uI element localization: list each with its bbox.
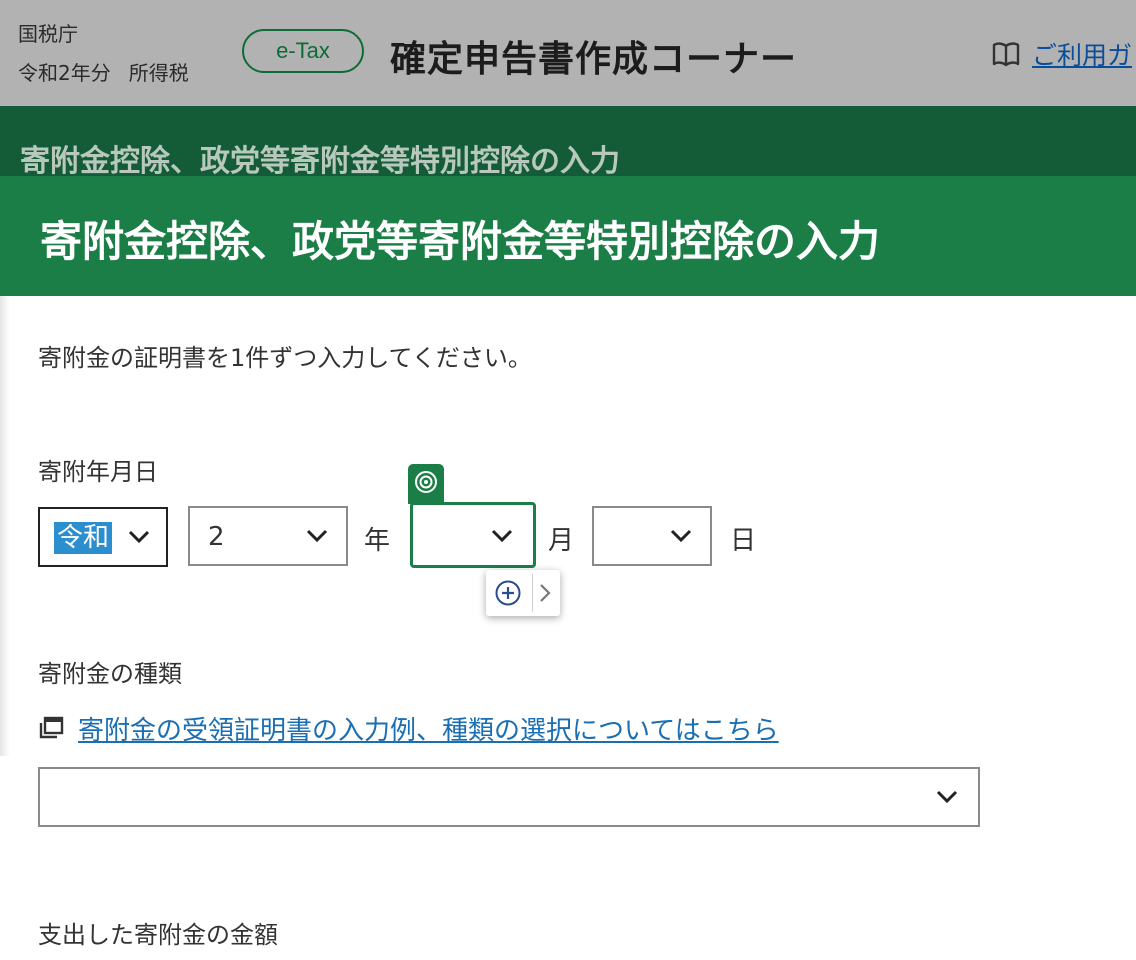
tax-year: 令和2年分	[18, 61, 111, 85]
year-select[interactable]: 2	[188, 506, 348, 566]
donation-date-label: 寄附年月日	[38, 458, 158, 486]
site-header: 国税庁 令和2年分 所得税 e-Tax 確定申告書作成コーナー ご利用ガ	[0, 0, 1136, 106]
chevron-down-icon	[936, 790, 958, 804]
book-icon	[992, 42, 1020, 67]
add-circle-icon[interactable]	[494, 579, 522, 607]
chevron-down-icon	[306, 529, 328, 543]
guide-link-group[interactable]: ご利用ガ	[992, 36, 1132, 72]
day-select[interactable]	[592, 506, 712, 566]
era-value: 令和	[54, 522, 113, 554]
month-select[interactable]	[410, 502, 536, 568]
left-edge-shadow	[0, 296, 10, 756]
new-window-icon	[39, 716, 64, 739]
corner-title: 確定申告書作成コーナー	[390, 39, 798, 80]
chevron-down-icon	[128, 530, 150, 544]
year-value: 2	[208, 522, 225, 552]
chevron-down-icon	[491, 529, 513, 543]
focus-marker	[408, 464, 444, 504]
year-tax-info: 令和2年分 所得税	[18, 57, 189, 86]
year-unit: 年	[364, 526, 391, 556]
chevron-down-icon	[670, 529, 692, 543]
floating-toolbar	[486, 570, 560, 616]
etax-badge: e-Tax	[242, 29, 364, 73]
donation-type-label: 寄附金の種類	[38, 660, 182, 688]
donation-type-help-link[interactable]: 寄附金の受領証明書の入力例、種類の選択についてはこちら	[78, 710, 779, 747]
era-select[interactable]: 令和	[38, 507, 168, 567]
donation-type-select[interactable]	[38, 767, 980, 827]
tax-type: 所得税	[128, 61, 189, 85]
instruction-text: 寄附金の証明書を1件ずつ入力してください。	[38, 344, 532, 372]
agency-name: 国税庁	[18, 22, 78, 46]
chevron-right-icon[interactable]	[538, 582, 552, 604]
target-icon	[415, 471, 437, 493]
month-unit: 月	[548, 526, 575, 556]
toolbar-divider	[532, 574, 533, 612]
previous-page-title: 寄附金控除、政党等寄附金等特別控除の入力	[20, 144, 620, 179]
page-title: 寄附金控除、政党等寄附金等特別控除の入力	[40, 217, 881, 266]
day-unit: 日	[730, 526, 757, 556]
guide-link[interactable]: ご利用ガ	[1032, 36, 1132, 72]
donation-amount-label: 支出した寄附金の金額	[38, 921, 278, 949]
